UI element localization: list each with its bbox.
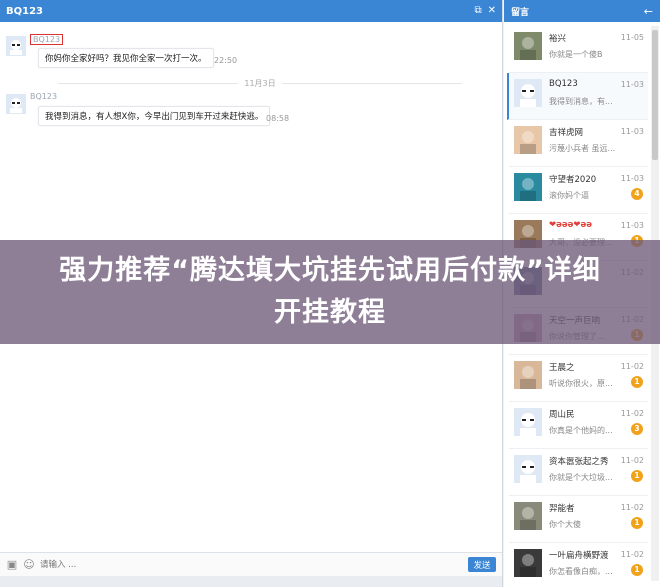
contact-item[interactable]: 吉祥虎网 11-03 污蔑小兵者 虽远...	[509, 120, 648, 167]
contact-date: 11-02	[620, 409, 644, 418]
unread-badge: 3	[631, 423, 643, 435]
contact-name: 守望者2020	[549, 175, 597, 185]
contact-item[interactable]: 羿能者 11-02 你个大傻 1	[509, 496, 648, 543]
message-bubble: 我得到消息，有人想X你，今早出门见到车开过来赶快逃。	[38, 106, 271, 126]
contact-item[interactable]: 一叶扁舟横野渡 11-02 你怎看像白痴，... 1	[509, 543, 648, 587]
overlay-banner: 强力推荐“腾达填大坑挂先试用后付款”详细开挂教程	[0, 240, 660, 344]
avatar	[514, 32, 542, 60]
contact-name: ❤ǝǝǝ❤ǝǝ	[549, 220, 593, 230]
message-input[interactable]	[40, 556, 463, 573]
contact-preview: 你真是个他妈的...	[549, 426, 613, 435]
popout-icon[interactable]: ⧉	[474, 6, 481, 16]
message-time: 08:58	[266, 114, 290, 123]
avatar	[514, 173, 542, 201]
contact-date: 11-03	[620, 127, 644, 136]
contact-name: 王晨之	[549, 363, 575, 373]
contact-preview: 你个大傻	[549, 520, 581, 529]
close-icon[interactable]: ✕	[488, 6, 496, 16]
avatar	[514, 455, 542, 483]
avatar	[514, 79, 542, 107]
avatar	[514, 408, 542, 436]
contact-item[interactable]: 资本嚣张起之秀 11-02 你就是个大垃圾... 1	[509, 449, 648, 496]
contact-name: 吉祥虎网	[549, 128, 584, 138]
contact-preview: 我得到消息，有...	[549, 97, 613, 106]
contact-date: 11-05	[620, 33, 644, 42]
contact-date: 11-03	[620, 174, 644, 183]
contact-item[interactable]: 王晨之 11-02 听说你很火，原... 1	[509, 355, 648, 402]
sender-name: BQ123	[30, 34, 64, 45]
contact-date: 11-02	[620, 503, 644, 512]
panel-title: 留言	[511, 7, 530, 18]
date-separator: 11月3日	[40, 78, 480, 89]
contact-item[interactable]: 周山民 11-02 你真是个他妈的... 3	[509, 402, 648, 449]
message-bubble: 你妈你全家好吗？我见你全家一次打一次。	[38, 48, 214, 68]
bottom-bar	[0, 576, 502, 587]
contact-preview: 听说你很火，原...	[549, 379, 613, 388]
composer: ▣ ☺ 发送	[0, 552, 502, 576]
overlay-text: 强力推荐“腾达填大坑挂先试用后付款”详细开挂教程	[59, 255, 601, 328]
unread-badge: 4	[631, 188, 643, 200]
contact-preview: 你怎看像白痴，...	[549, 567, 613, 576]
contact-date: 11-03	[620, 80, 644, 89]
contact-preview: 你就是一个傻B	[549, 50, 603, 59]
chat-title: BQ123	[6, 5, 43, 17]
unread-badge: 1	[631, 564, 643, 576]
contact-item[interactable]: BQ123 11-03 我得到消息，有...	[507, 73, 648, 120]
arrow-left-icon[interactable]: ←	[644, 5, 653, 18]
contact-preview: 滚你妈个逼	[549, 191, 589, 200]
avatar	[514, 502, 542, 530]
contact-preview: 你就是个大垃圾...	[549, 473, 613, 482]
contact-name: 一叶扁舟横野渡	[549, 551, 609, 561]
contact-name: 羿能者	[549, 504, 575, 514]
contact-name: BQ123	[549, 79, 578, 89]
contact-name: 裕兴	[549, 34, 567, 44]
contact-date: 11-03	[620, 221, 644, 230]
contact-name: 资本嚣张起之秀	[549, 457, 609, 467]
avatar	[514, 361, 542, 389]
date-separator-label: 11月3日	[244, 79, 276, 88]
avatar	[6, 94, 26, 114]
contact-date: 11-02	[620, 550, 644, 559]
contact-item[interactable]: 守望者2020 11-03 滚你妈个逼 4	[509, 167, 648, 214]
chat-title-bar: BQ123 ⧉ ✕	[0, 0, 502, 22]
unread-badge: 1	[631, 517, 643, 529]
avatar	[514, 126, 542, 154]
contact-name: 周山民	[549, 410, 575, 420]
scrollbar-thumb[interactable]	[652, 30, 658, 160]
contact-date: 11-02	[620, 456, 644, 465]
image-icon[interactable]: ▣	[6, 558, 18, 571]
contact-preview: 污蔑小兵者 虽远...	[549, 144, 616, 153]
unread-badge: 1	[631, 376, 643, 388]
avatar	[514, 549, 542, 577]
contact-date: 11-02	[620, 362, 644, 371]
unread-badge: 1	[631, 470, 643, 482]
send-button[interactable]: 发送	[468, 557, 496, 572]
sender-name: BQ123	[30, 92, 58, 101]
emoji-icon[interactable]: ☺	[23, 558, 35, 571]
contact-item[interactable]: 裕兴 11-05 你就是一个傻B	[509, 26, 648, 73]
avatar	[6, 36, 26, 56]
panel-title-bar: 留言 ←	[504, 0, 660, 22]
message-time: 22:50	[214, 56, 238, 65]
